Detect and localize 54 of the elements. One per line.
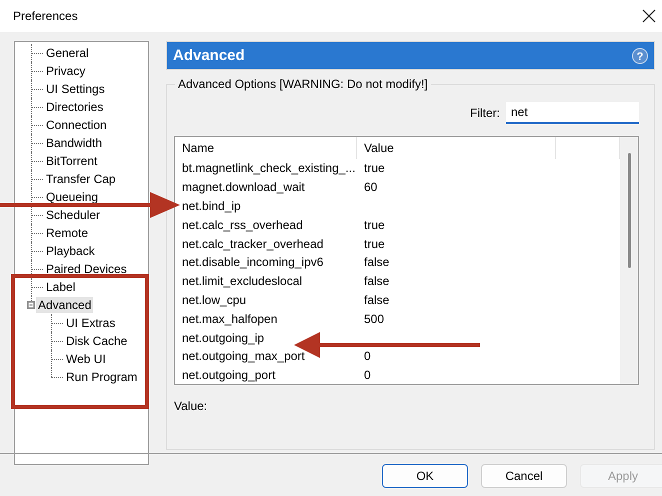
tree-item[interactable]: Advanced [36, 297, 94, 313]
option-name: magnet.download_wait [181, 180, 306, 194]
option-name: net.low_cpu [181, 292, 248, 307]
option-name: net.disable_incoming_ipv6 [181, 255, 324, 270]
tree-item[interactable]: Paired Devices [44, 261, 129, 277]
option-value: true [363, 161, 386, 176]
tree-item[interactable]: Scheduler [44, 207, 102, 223]
option-name: net.calc_tracker_overhead [181, 236, 324, 251]
tree-item[interactable]: Bandwidth [44, 135, 104, 151]
option-value: 0 [363, 368, 372, 382]
tree-item[interactable]: BitTorrent [44, 153, 100, 169]
value-label: Value: [174, 399, 208, 413]
tree-item[interactable]: Queueing [44, 189, 100, 205]
option-name: net.outgoing_port [181, 368, 276, 382]
tree-item[interactable]: Web UI [64, 351, 108, 367]
section-title: Advanced [173, 47, 245, 64]
tree-item[interactable]: Disk Cache [64, 333, 130, 349]
option-name: net.max_halfopen [181, 312, 278, 326]
column-header[interactable]: Name [175, 137, 357, 159]
close-icon[interactable] [642, 9, 656, 23]
filter-label: Filter: [470, 106, 500, 120]
option-name: net.outgoing_ip [181, 330, 266, 345]
option-value: false [363, 255, 390, 270]
option-name: net.limit_excludeslocal [181, 274, 304, 288]
scrollbar-thumb[interactable] [628, 153, 630, 268]
tree-item[interactable]: Connection [44, 117, 109, 133]
option-value: false [363, 274, 390, 288]
filter-field[interactable]: net [506, 102, 639, 124]
group-title: Advanced Options [WARNING: Do not modify!] [175, 77, 431, 91]
option-value: false [363, 292, 390, 307]
tree-item[interactable]: Transfer Cap [44, 171, 118, 187]
tree-item[interactable]: UI Extras [64, 315, 118, 331]
tree-item[interactable]: Run Program [64, 369, 140, 385]
column-header[interactable]: Value [357, 137, 556, 159]
tree-item[interactable]: Label [44, 279, 78, 295]
tree-item[interactable]: Playback [44, 243, 97, 259]
window-title: Preferences [13, 9, 78, 23]
dialog-button[interactable]: OK [382, 464, 468, 488]
tree-item[interactable]: Remote [44, 225, 90, 241]
tree-item[interactable]: UI Settings [44, 81, 107, 97]
option-value: 500 [363, 312, 386, 326]
option-value: true [363, 218, 386, 232]
option-name: net.calc_rss_overhead [181, 218, 304, 232]
option-name: bt.magnetlink_check_existing_... [181, 161, 356, 176]
option-name: net.outgoing_max_port [181, 349, 306, 364]
tree-item[interactable]: Directories [44, 99, 106, 115]
option-value: 0 [363, 349, 372, 364]
option-value: true [363, 236, 386, 251]
tree-item[interactable]: General [44, 45, 91, 61]
tree-item[interactable]: Privacy [44, 63, 88, 79]
dialog-button[interactable]: Cancel [481, 464, 567, 488]
option-value: 60 [363, 180, 378, 194]
collapse-icon[interactable] [27, 301, 35, 309]
option-name: net.bind_ip [181, 198, 242, 213]
